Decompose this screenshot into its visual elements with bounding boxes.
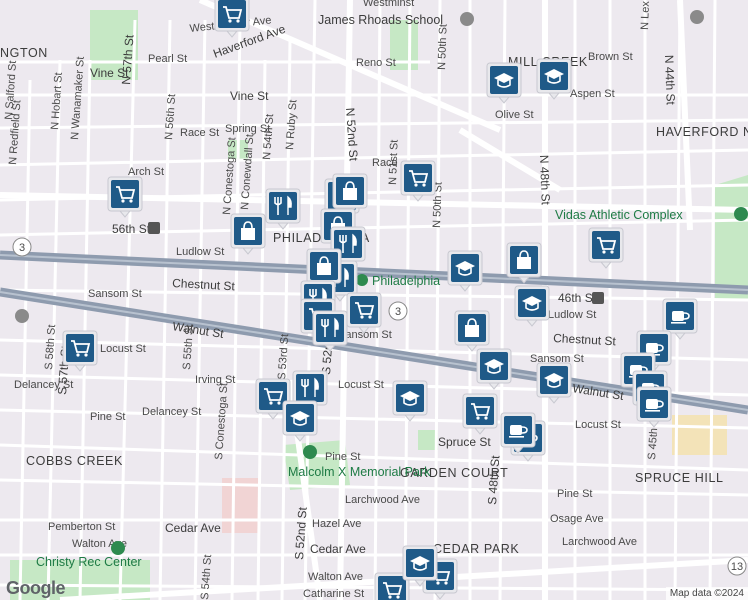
street-label: Walton Ave <box>308 571 363 583</box>
route-13-shield: 13 <box>727 556 747 576</box>
subway-icon <box>592 292 604 304</box>
coffee-marker[interactable] <box>500 412 536 454</box>
station-46th-st: 46th St <box>558 291 597 305</box>
shopping-cart-marker[interactable] <box>400 160 436 202</box>
shopping-bag-marker[interactable] <box>454 310 490 352</box>
shopping-cart-marker[interactable] <box>107 176 143 218</box>
restaurant-marker[interactable] <box>312 310 348 352</box>
route-3-shield-a: 3 <box>12 237 32 257</box>
poi-james-rhoads-school: James Rhoads School <box>318 13 443 27</box>
street-label: Pine St <box>90 411 125 423</box>
school-marker[interactable] <box>536 58 572 100</box>
street-label: Aspen St <box>570 88 615 100</box>
shopping-cart-marker[interactable] <box>62 330 98 372</box>
map-canvas[interactable]: 3 3 13 Westminster Ave Westminst Haverfo… <box>0 0 748 600</box>
school-icon <box>460 12 474 26</box>
street-label: N 48th St <box>537 155 553 206</box>
park-icon <box>356 274 368 286</box>
school-marker[interactable] <box>447 250 483 292</box>
route-3-shield-b: 3 <box>388 301 408 321</box>
street-label: Locust St <box>100 343 146 355</box>
route-13-label: 13 <box>731 561 743 573</box>
street-label: Race St <box>180 127 219 139</box>
street-label: Catharine St <box>303 588 364 600</box>
street-label: Delancey St <box>142 406 201 418</box>
street-label: Cedar Ave <box>165 521 221 535</box>
street-label: Sansom St <box>88 288 142 300</box>
shopping-bag-marker[interactable] <box>332 173 368 215</box>
street-label: N 44th St <box>662 55 678 106</box>
poi-vidas-athletic-complex: Vidas Athletic Complex <box>555 208 683 222</box>
street-label: Spruce St <box>438 435 491 449</box>
street-label: Olive St <box>495 109 534 121</box>
neighborhood-cedar-park: CEDAR PARK <box>433 542 519 556</box>
school-marker[interactable] <box>476 348 512 390</box>
street-label: Pine St <box>557 488 592 500</box>
station-56th-st: 56th St <box>112 222 151 236</box>
google-logo: Google <box>6 578 66 598</box>
street-label: N Lex St <box>639 0 652 30</box>
street-label: Pemberton St <box>48 521 115 533</box>
school-marker[interactable] <box>514 285 550 327</box>
shopping-cart-marker[interactable] <box>214 0 250 38</box>
street-label: Pine St <box>325 451 360 463</box>
poi-malcolm-x-park: Malcolm X Memorial Park <box>288 465 431 479</box>
street-label: Reno St <box>356 57 396 69</box>
restaurant-marker[interactable] <box>265 188 301 230</box>
school-marker[interactable] <box>486 62 522 104</box>
street-label: Pearl St <box>148 53 187 65</box>
street-label: Vine St <box>230 89 269 103</box>
neighborhood-spruce-hill: SPRUCE HILL <box>635 471 724 485</box>
place-icon <box>690 10 704 24</box>
shopping-cart-marker[interactable] <box>462 393 498 435</box>
street-label: Locust St <box>338 379 384 391</box>
shopping-cart-marker[interactable] <box>346 292 382 334</box>
park-icon <box>303 445 317 459</box>
coffee-marker[interactable] <box>636 386 672 428</box>
poi-christy-rec-center: Christy Rec Center <box>36 555 142 569</box>
street-label: Westminst <box>363 0 414 9</box>
shopping-cart-marker[interactable] <box>588 227 624 269</box>
street-label: Ludlow St <box>176 246 224 258</box>
school-marker[interactable] <box>536 362 572 404</box>
route-3-label-a: 3 <box>19 242 25 254</box>
street-label: Larchwood Ave <box>345 494 420 506</box>
street-label: Cedar Ave <box>310 542 366 556</box>
place-icon <box>15 309 29 323</box>
shopping-bag-marker[interactable] <box>230 213 266 255</box>
neighborhood-ington: NGTON <box>0 46 48 60</box>
shopping-bag-marker[interactable] <box>506 242 542 284</box>
street-label: Brown St <box>588 51 633 63</box>
street-label: Osage Ave <box>550 513 604 525</box>
street-label: Larchwood Ave <box>562 536 637 548</box>
neighborhood-haverford-north: HAVERFORD NORTH <box>656 125 748 139</box>
park-icon <box>734 207 748 221</box>
street-label: Locust St <box>575 419 621 431</box>
school-marker[interactable] <box>402 545 438 587</box>
street-label: Arch St <box>128 166 164 178</box>
park-icon <box>111 541 125 555</box>
neighborhood-cobbs-creek: COBBS CREEK <box>26 454 123 468</box>
street-label: Ludlow St <box>548 309 596 321</box>
school-marker[interactable] <box>282 400 318 442</box>
school-marker[interactable] <box>392 380 428 422</box>
street-label: N 50th St <box>436 24 450 70</box>
route-3-label-b: 3 <box>395 306 401 318</box>
poi-philadelphia: Philadelphia <box>372 274 440 288</box>
map-data-attribution[interactable]: Map data ©2024 <box>665 587 748 600</box>
street-label: Hazel Ave <box>312 518 361 530</box>
subway-icon <box>148 222 160 234</box>
street-label: N 51st St <box>387 139 401 185</box>
